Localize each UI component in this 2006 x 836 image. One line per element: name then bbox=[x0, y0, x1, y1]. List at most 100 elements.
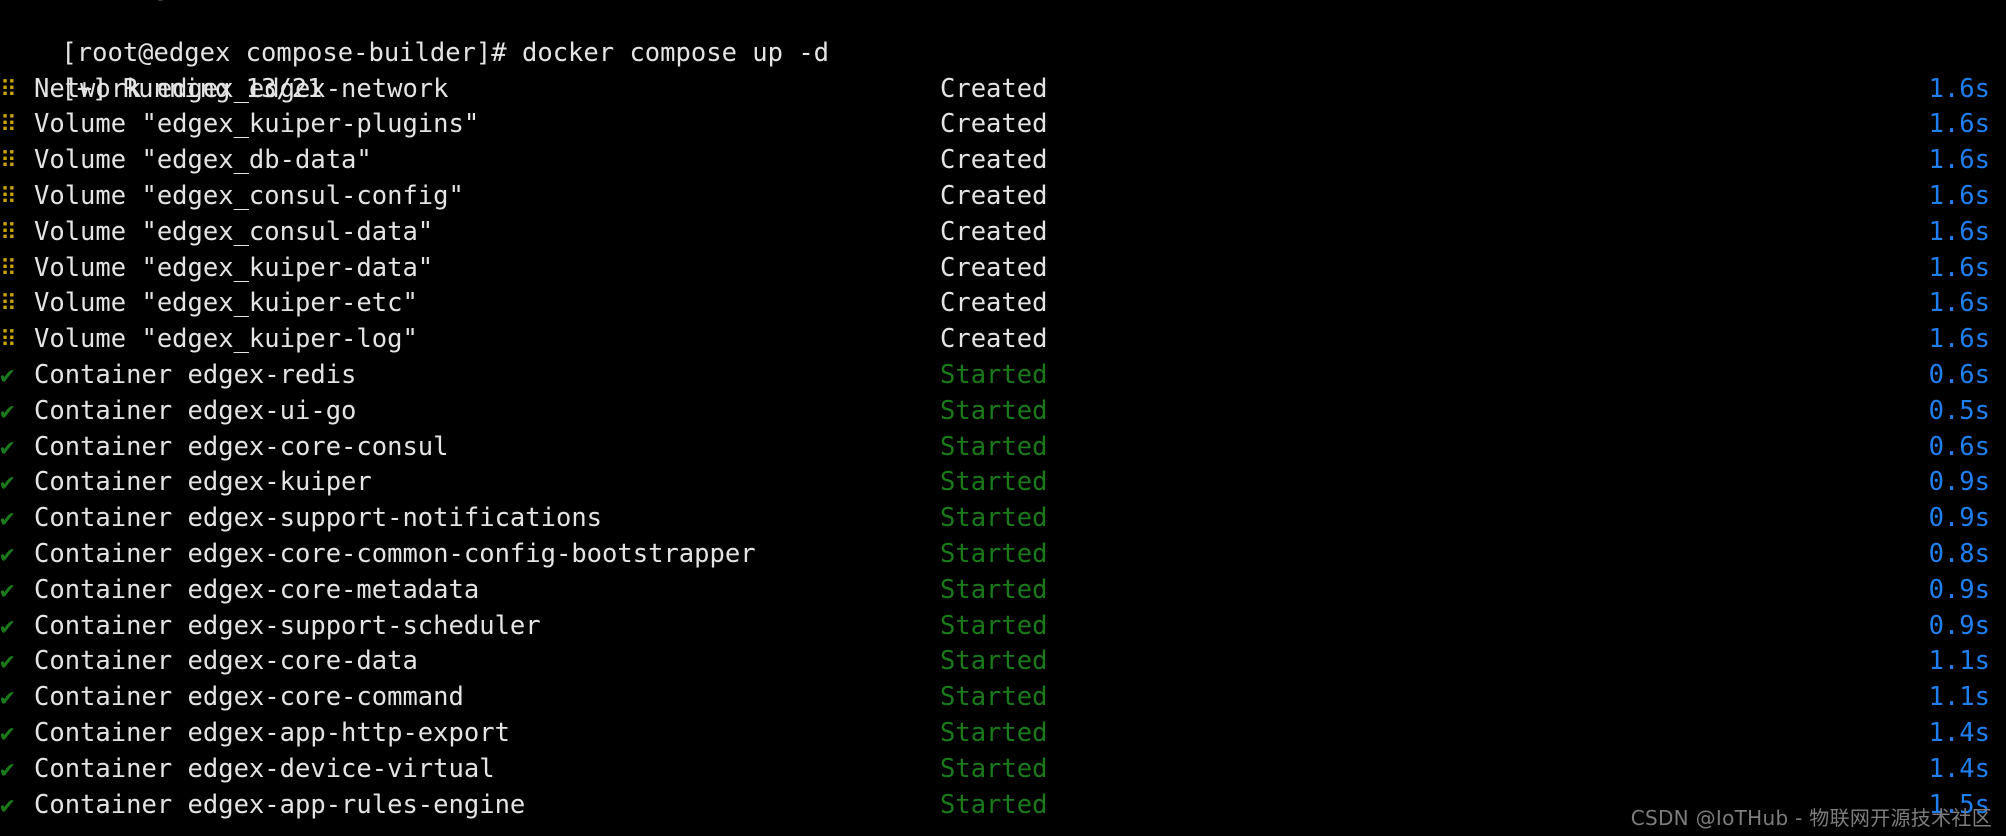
compose-status-badge: Started bbox=[940, 753, 1048, 784]
status-check-icon: ✔ bbox=[0, 575, 15, 604]
compose-row: ✔ Container edgex-support-notifications St… bbox=[0, 501, 2006, 537]
compose-resource-name: Container edgex-device-virtual bbox=[34, 753, 495, 784]
compose-resource-name: Container edgex-redis bbox=[34, 359, 357, 390]
status-check-icon: ✔ bbox=[0, 754, 15, 783]
compose-elapsed-time: 0.9s bbox=[1928, 503, 1990, 534]
compose-status-badge: Created bbox=[940, 216, 1048, 247]
compose-row: ✔ Container edgex-support-scheduler Starte… bbox=[0, 609, 2006, 645]
compose-row: ✔ Container edgex-core-command Started 1.1s bbox=[0, 680, 2006, 716]
status-spinner-icon: ⠿ bbox=[0, 76, 17, 103]
terminal-window[interactable]: [+] Running 13/21 [root@edgex compose-bu… bbox=[0, 0, 2006, 836]
compose-status-badge: Created bbox=[940, 109, 1048, 140]
compose-elapsed-time: 1.4s bbox=[1928, 753, 1990, 784]
compose-row: ⠿ Volume "edgex_db-data" Created 1.6s bbox=[0, 143, 2006, 179]
compose-resource-name: Volume "edgex_kuiper-data" bbox=[34, 252, 434, 283]
compose-resource-name: Container edgex-kuiper bbox=[34, 467, 372, 498]
compose-elapsed-time: 1.6s bbox=[1928, 252, 1990, 283]
compose-row: ⠿ Volume "edgex_kuiper-data" Created 1.6s bbox=[0, 251, 2006, 287]
compose-resource-name: Container edgex-core-common-config-boots… bbox=[34, 538, 756, 569]
compose-status-badge: Started bbox=[940, 789, 1048, 820]
compose-row: ✔ Container edgex-device-virtual Started 1.… bbox=[0, 752, 2006, 788]
compose-resource-name: Volume "edgex_kuiper-plugins" bbox=[34, 109, 480, 140]
compose-status-badge: Started bbox=[940, 359, 1048, 390]
status-check-icon: ✔ bbox=[0, 611, 15, 640]
status-check-icon: ✔ bbox=[0, 504, 15, 533]
status-check-icon: ✔ bbox=[0, 396, 15, 425]
compose-resource-name: Volume "edgex_kuiper-etc" bbox=[34, 288, 418, 319]
status-check-icon: ✔ bbox=[0, 539, 15, 568]
status-check-icon: ✔ bbox=[0, 718, 15, 747]
compose-elapsed-time: 0.6s bbox=[1928, 431, 1990, 462]
status-spinner-icon: ⠿ bbox=[0, 219, 17, 246]
status-check-icon: ✔ bbox=[0, 432, 15, 461]
compose-resource-name: Volume "edgex_db-data" bbox=[34, 145, 372, 176]
compose-status-badge: Started bbox=[940, 682, 1048, 713]
compose-status-badge: Created bbox=[940, 73, 1048, 104]
compose-elapsed-time: 1.6s bbox=[1928, 109, 1990, 140]
compose-resource-name: Container edgex-support-scheduler bbox=[34, 610, 541, 641]
compose-resource-name: Container edgex-app-http-export bbox=[34, 717, 510, 748]
compose-status-badge: Started bbox=[940, 467, 1048, 498]
compose-resource-name: Container edgex-core-data bbox=[34, 646, 418, 677]
compose-row: ✔ Container edgex-kuiper Started 0.9s bbox=[0, 465, 2006, 501]
compose-resource-name: Container edgex-support-notifications bbox=[34, 503, 603, 534]
compose-elapsed-time: 1.6s bbox=[1928, 180, 1990, 211]
compose-resource-name: Volume "edgex_consul-config" bbox=[34, 180, 464, 211]
compose-elapsed-time: 1.6s bbox=[1928, 73, 1990, 104]
status-check-icon: ✔ bbox=[0, 468, 15, 497]
compose-row: ⠿ Volume "edgex_consul-config" Created 1.6s bbox=[0, 179, 2006, 215]
compose-resource-name: Network edgex_edgex-network bbox=[34, 73, 449, 104]
compose-row: ⠿ Volume "edgex_kuiper-plugins" Created 1.6… bbox=[0, 107, 2006, 143]
compose-resource-name: Volume "edgex_kuiper-log" bbox=[34, 324, 418, 355]
status-spinner-icon: ⠿ bbox=[0, 291, 17, 318]
compose-row: ⠿ Volume "edgex_kuiper-log" Created 1.6s bbox=[0, 322, 2006, 358]
compose-service-list: ⠿ Network edgex_edgex-network Created 1.6s ⠿… bbox=[0, 72, 2006, 824]
compose-status-badge: Created bbox=[940, 252, 1048, 283]
compose-status-badge: Started bbox=[940, 395, 1048, 426]
compose-row: ✔ Container edgex-core-data Started 1.1s bbox=[0, 644, 2006, 680]
status-spinner-icon: ⠿ bbox=[0, 183, 17, 210]
compose-status-badge: Created bbox=[940, 180, 1048, 211]
compose-status-badge: Started bbox=[940, 717, 1048, 748]
compose-elapsed-time: 1.6s bbox=[1928, 288, 1990, 319]
compose-elapsed-time: 0.6s bbox=[1928, 359, 1990, 390]
compose-elapsed-time: 0.5s bbox=[1928, 395, 1990, 426]
compose-progress-summary: [+] Running 13/21 bbox=[0, 36, 2006, 104]
status-spinner-icon: ⠿ bbox=[0, 112, 17, 139]
compose-elapsed-time: 1.6s bbox=[1928, 216, 1990, 247]
status-spinner-icon: ⠿ bbox=[0, 255, 17, 282]
compose-elapsed-time: 0.8s bbox=[1928, 538, 1990, 569]
compose-resource-name: Container edgex-core-consul bbox=[34, 431, 449, 462]
compose-row: ⠿ Volume "edgex_kuiper-etc" Created 1.6s bbox=[0, 286, 2006, 322]
compose-resource-name: Container edgex-core-metadata bbox=[34, 574, 480, 605]
status-check-icon: ✔ bbox=[0, 647, 15, 676]
compose-status-badge: Started bbox=[940, 431, 1048, 462]
compose-row: ✔ Container edgex-app-rules-engine Started… bbox=[0, 788, 2006, 824]
status-check-icon: ✔ bbox=[0, 683, 15, 712]
shell-prompt-line: [root@edgex compose-builder]# docker com… bbox=[0, 0, 2006, 68]
compose-elapsed-time: 0.9s bbox=[1928, 610, 1990, 641]
compose-elapsed-time: 1.1s bbox=[1928, 682, 1990, 713]
compose-elapsed-time: 0.9s bbox=[1928, 467, 1990, 498]
compose-row: ✔ Container edgex-core-consul Started 0.6s bbox=[0, 430, 2006, 466]
compose-status-badge: Started bbox=[940, 503, 1048, 534]
compose-row: ✔ Container edgex-redis Started 0.6s bbox=[0, 358, 2006, 394]
status-spinner-icon: ⠿ bbox=[0, 327, 17, 354]
compose-resource-name: Container edgex-app-rules-engine bbox=[34, 789, 526, 820]
compose-row: ✔ Container edgex-core-common-config-boot… bbox=[0, 537, 2006, 573]
compose-elapsed-time: 1.6s bbox=[1928, 324, 1990, 355]
compose-row: ⠿ Volume "edgex_consul-data" Created 1.6s bbox=[0, 215, 2006, 251]
compose-elapsed-time: 1.4s bbox=[1928, 717, 1990, 748]
compose-status-badge: Created bbox=[940, 288, 1048, 319]
compose-status-badge: Started bbox=[940, 574, 1048, 605]
compose-resource-name: Container edgex-ui-go bbox=[34, 395, 357, 426]
compose-status-badge: Created bbox=[940, 324, 1048, 355]
status-check-icon: ✔ bbox=[0, 790, 15, 819]
compose-row: ✔ Container edgex-core-metadata Started 0.9… bbox=[0, 573, 2006, 609]
compose-status-badge: Created bbox=[940, 145, 1048, 176]
compose-status-badge: Started bbox=[940, 646, 1048, 677]
compose-elapsed-time: 1.5s bbox=[1928, 789, 1990, 820]
status-spinner-icon: ⠿ bbox=[0, 148, 17, 175]
compose-status-badge: Started bbox=[940, 538, 1048, 569]
compose-resource-name: Container edgex-core-command bbox=[34, 682, 464, 713]
